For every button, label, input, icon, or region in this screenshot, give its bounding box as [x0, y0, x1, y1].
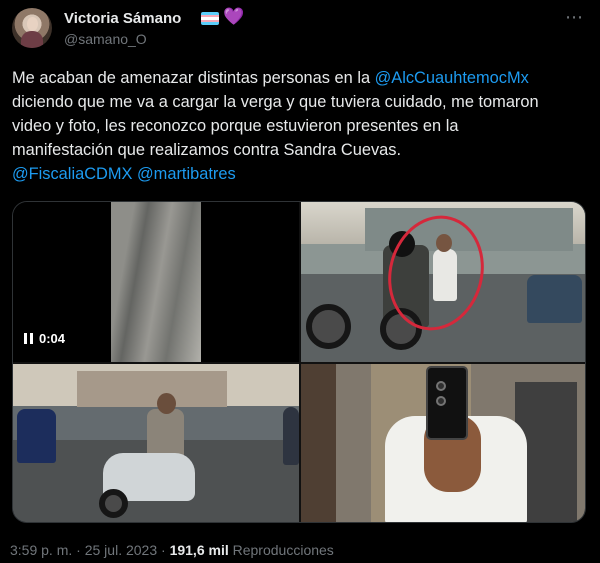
avatar-body — [21, 31, 43, 48]
tweet-text-line-1: Me acaban de amenazar distintas personas… — [12, 69, 375, 87]
tweet-text-line-3: video y foto, les reconozco porque estuv… — [12, 117, 459, 135]
media-grid: 0:04 — [12, 201, 586, 523]
mention-fiscalia-cdmx[interactable]: @FiscaliaCDMX — [12, 165, 132, 183]
views-count[interactable]: 191,6 mil — [170, 542, 229, 558]
tweet-header: Victoria Sámano 💜 @samano_O ⋯ — [12, 8, 588, 48]
media-photo-motorcycles-circle[interactable] — [301, 202, 585, 362]
tweet-date[interactable]: 25 jul. 2023 — [85, 542, 157, 558]
media-photo-scooter[interactable] — [13, 364, 299, 522]
transgender-flag-icon — [201, 12, 219, 25]
pause-icon[interactable] — [24, 333, 34, 344]
phone-camera-lens — [436, 396, 446, 406]
photo-tree-trunk — [301, 364, 336, 522]
photo-storefront — [77, 371, 227, 407]
photo-scooter-wheel — [99, 489, 128, 518]
photo-rider-head — [157, 393, 176, 414]
mention-alc-cuauhtemoc[interactable]: @AlcCuauhtemocMx — [375, 69, 529, 87]
views-label: Reproducciones — [228, 542, 334, 558]
photo-second-rider — [17, 409, 56, 463]
tweet-metadata: 3:59 p. m. · 25 jul. 2023 · 191,6 mil Re… — [10, 542, 334, 558]
meta-separator: · — [157, 542, 170, 558]
more-options-icon[interactable]: ⋯ — [565, 8, 584, 26]
purple-heart-icon: 💜 — [223, 7, 245, 26]
mention-martibatres[interactable]: @martibatres — [137, 165, 236, 183]
avatar-face — [27, 17, 38, 31]
author-handle[interactable]: @samano_O — [64, 31, 147, 47]
tweet-time[interactable]: 3:59 p. m. — [10, 542, 72, 558]
video-duration: 0:04 — [39, 331, 66, 346]
author-avatar[interactable] — [12, 8, 52, 48]
tweet-text-line-2: diciendo que me va a cargar la verga y q… — [12, 93, 539, 111]
photo-phone — [426, 366, 468, 440]
video-status[interactable]: 0:04 — [24, 331, 65, 346]
phone-camera-lens — [436, 381, 446, 391]
meta-separator: · — [72, 542, 85, 558]
media-video[interactable]: 0:04 — [13, 202, 299, 362]
author-display-name[interactable]: Victoria Sámano — [64, 10, 181, 27]
tweet-text: Me acaban de amenazar distintas personas… — [12, 66, 590, 186]
photo-third-rider — [283, 407, 299, 465]
media-photo-phone[interactable] — [301, 364, 585, 522]
photo-motorcycle-wheel-front — [306, 304, 351, 349]
video-frame — [111, 202, 201, 362]
photo-scooter — [527, 275, 582, 323]
tweet-text-line-4: manifestación que realizamos contra Sand… — [12, 141, 402, 159]
